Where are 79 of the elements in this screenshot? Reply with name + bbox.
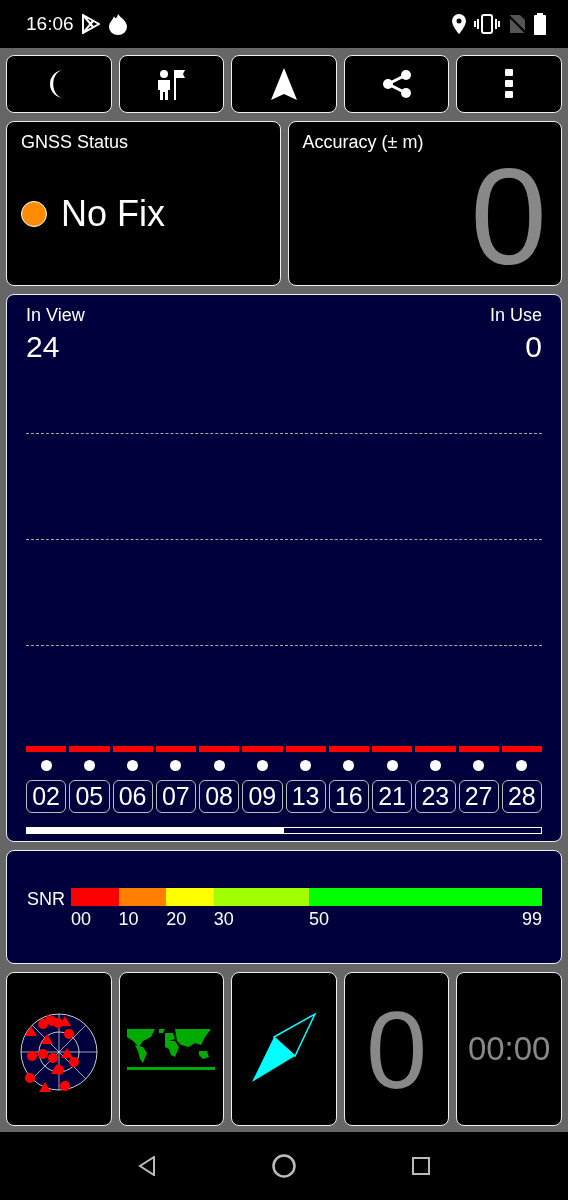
in-view-label: In View (26, 304, 85, 326)
no-sim-icon (508, 14, 526, 34)
signal-bar (155, 745, 196, 752)
sky-view-tile[interactable] (6, 972, 112, 1126)
navigation-button[interactable] (231, 55, 337, 113)
scrollbar[interactable] (26, 826, 542, 834)
satellite-number: 16 (328, 779, 369, 813)
snr-tick: 00 (71, 908, 92, 930)
flame-icon (107, 13, 128, 35)
signal-bar (69, 745, 110, 752)
person-flag-button[interactable] (118, 55, 225, 113)
satellite-dot (386, 759, 398, 771)
signal-bar (26, 745, 67, 752)
satellite-number: 08 (199, 779, 240, 813)
accuracy-value: 0 (470, 146, 547, 285)
card-title: GNSS Status (21, 131, 129, 153)
satellite-number: 13 (285, 779, 326, 813)
compass-tile[interactable] (231, 972, 337, 1126)
arrow-icon (271, 67, 297, 100)
timer-tile[interactable]: 00:00 (456, 972, 562, 1126)
in-use-count: 0 (525, 329, 542, 364)
signal-bar (285, 745, 326, 752)
person-flag-icon (156, 67, 187, 100)
satellite-number: 02 (26, 779, 67, 813)
satellite-dot (429, 759, 441, 771)
signal-bar (199, 745, 240, 752)
satellite-dot (83, 759, 95, 771)
card-title: Accuracy (± m) (302, 131, 424, 153)
night-mode-button[interactable] (6, 55, 112, 113)
signal-bar (242, 745, 283, 752)
satellite-dot (473, 759, 485, 771)
satellite-dot (256, 759, 268, 771)
fix-status: No Fix (61, 192, 165, 235)
play-store-icon (81, 14, 100, 34)
satellite-number: 06 (112, 779, 153, 813)
clock: 16:06 (26, 13, 74, 35)
satellite-number: 27 (458, 779, 499, 813)
signal-bar (501, 745, 542, 752)
map-tile[interactable] (118, 972, 225, 1126)
snr-tick: 30 (213, 908, 234, 930)
battery-icon (534, 13, 546, 35)
status-dot (21, 200, 47, 227)
signal-bar (372, 745, 413, 752)
signal-bar (328, 745, 369, 752)
signal-bar (415, 745, 456, 752)
satellite-dot (40, 759, 52, 771)
in-view-count: 24 (26, 329, 61, 364)
timer-value: 00:00 (467, 1030, 551, 1069)
satellite-dot (170, 759, 182, 771)
counter-value: 0 (366, 986, 428, 1113)
share-button[interactable] (343, 55, 450, 113)
vibrate-icon (474, 14, 500, 34)
more-icon (505, 68, 514, 99)
home-icon[interactable] (272, 1154, 296, 1178)
satellite-number: 21 (372, 779, 413, 813)
satellite-number: 05 (69, 779, 110, 813)
share-icon (381, 68, 412, 99)
recents-icon[interactable] (412, 1157, 430, 1175)
satellite-number: 28 (501, 779, 542, 813)
satellite-dot (213, 759, 225, 771)
counter-tile[interactable]: 0 (343, 972, 450, 1126)
satellite-dot (300, 759, 312, 771)
satellite-dot (516, 759, 528, 771)
back-icon[interactable] (138, 1156, 156, 1176)
snr-tick: 99 (521, 908, 542, 930)
satellite-number: 09 (242, 779, 283, 813)
snr-tick: 20 (166, 908, 187, 930)
more-menu-button[interactable] (456, 55, 562, 113)
snr-tick: 10 (118, 908, 139, 930)
satellite-dot (343, 759, 355, 771)
snr-label: SNR (27, 888, 65, 910)
location-icon (452, 14, 466, 34)
satellite-number: 23 (415, 779, 456, 813)
snr-tick: 50 (308, 908, 329, 930)
in-use-label: In Use (489, 304, 542, 326)
signal-bar (112, 745, 153, 752)
signal-bar (458, 745, 499, 752)
satellite-number: 07 (155, 779, 196, 813)
satellite-dot (127, 759, 139, 771)
